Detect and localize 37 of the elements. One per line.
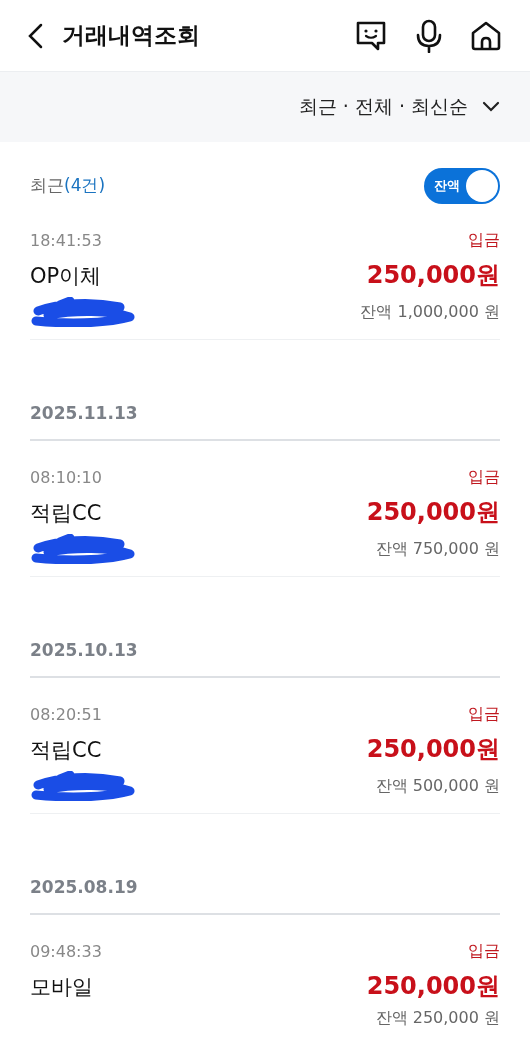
balance-text: 잔액 1,000,000 원 <box>360 301 500 323</box>
balance-text: 잔액 500,000 원 <box>375 775 500 797</box>
transaction-card[interactable]: 18:41:53 입금 OP이체 250,000원 잔액 1,000,000 원 <box>30 204 500 340</box>
date-heading: 2025.11.13 <box>30 403 138 423</box>
transaction-name: 모바일 <box>30 974 93 1001</box>
date-heading: 2025.08.19 <box>30 877 138 897</box>
transaction-card[interactable]: 08:20:51 입금 적립CC 250,000원 잔액 500,000 원 <box>30 678 500 814</box>
back-button[interactable] <box>26 22 44 49</box>
balance-toggle[interactable]: 잔액 <box>424 167 500 204</box>
home-icon[interactable] <box>470 19 502 52</box>
transaction-type: 입금 <box>468 941 500 962</box>
transaction-amount: 250,000원 <box>366 260 500 291</box>
transaction-type: 입금 <box>468 704 500 725</box>
balance-text: 잔액 250,000 원 <box>375 1008 500 1029</box>
balance-text: 잔액 750,000 원 <box>375 538 500 560</box>
transaction-type: 입금 <box>468 467 500 488</box>
transaction-name: OP이체 <box>30 263 102 290</box>
transaction-card[interactable]: 09:48:33 입금 모바일 250,000원 잔액 250,000 원 <box>30 915 500 1040</box>
transaction-time: 09:48:33 <box>30 942 102 961</box>
transaction-time: 08:20:51 <box>30 705 102 724</box>
summary-label: 최근 <box>30 175 64 195</box>
transaction-amount: 250,000원 <box>366 497 500 528</box>
transaction-time: 18:41:53 <box>30 231 102 250</box>
transaction-card[interactable]: 08:10:10 입금 적립CC 250,000원 잔액 750,000 원 <box>30 441 500 577</box>
date-heading: 2025.10.13 <box>30 640 138 660</box>
transaction-amount: 250,000원 <box>366 734 500 765</box>
transaction-name: 적립CC <box>30 500 102 527</box>
page-title: 거래내역조회 <box>62 21 201 50</box>
transaction-name: 적립CC <box>30 737 102 764</box>
transaction-time: 08:10:10 <box>30 468 102 487</box>
transaction-type: 입금 <box>468 230 500 251</box>
filter-dropdown[interactable]: 최근 · 전체 · 최신순 <box>298 94 500 120</box>
summary-count: (4건) <box>64 175 106 195</box>
chat-bubble-icon[interactable] <box>354 19 388 52</box>
microphone-icon[interactable] <box>414 18 444 53</box>
transaction-amount: 250,000원 <box>366 971 500 1002</box>
chevron-down-icon <box>482 101 500 113</box>
